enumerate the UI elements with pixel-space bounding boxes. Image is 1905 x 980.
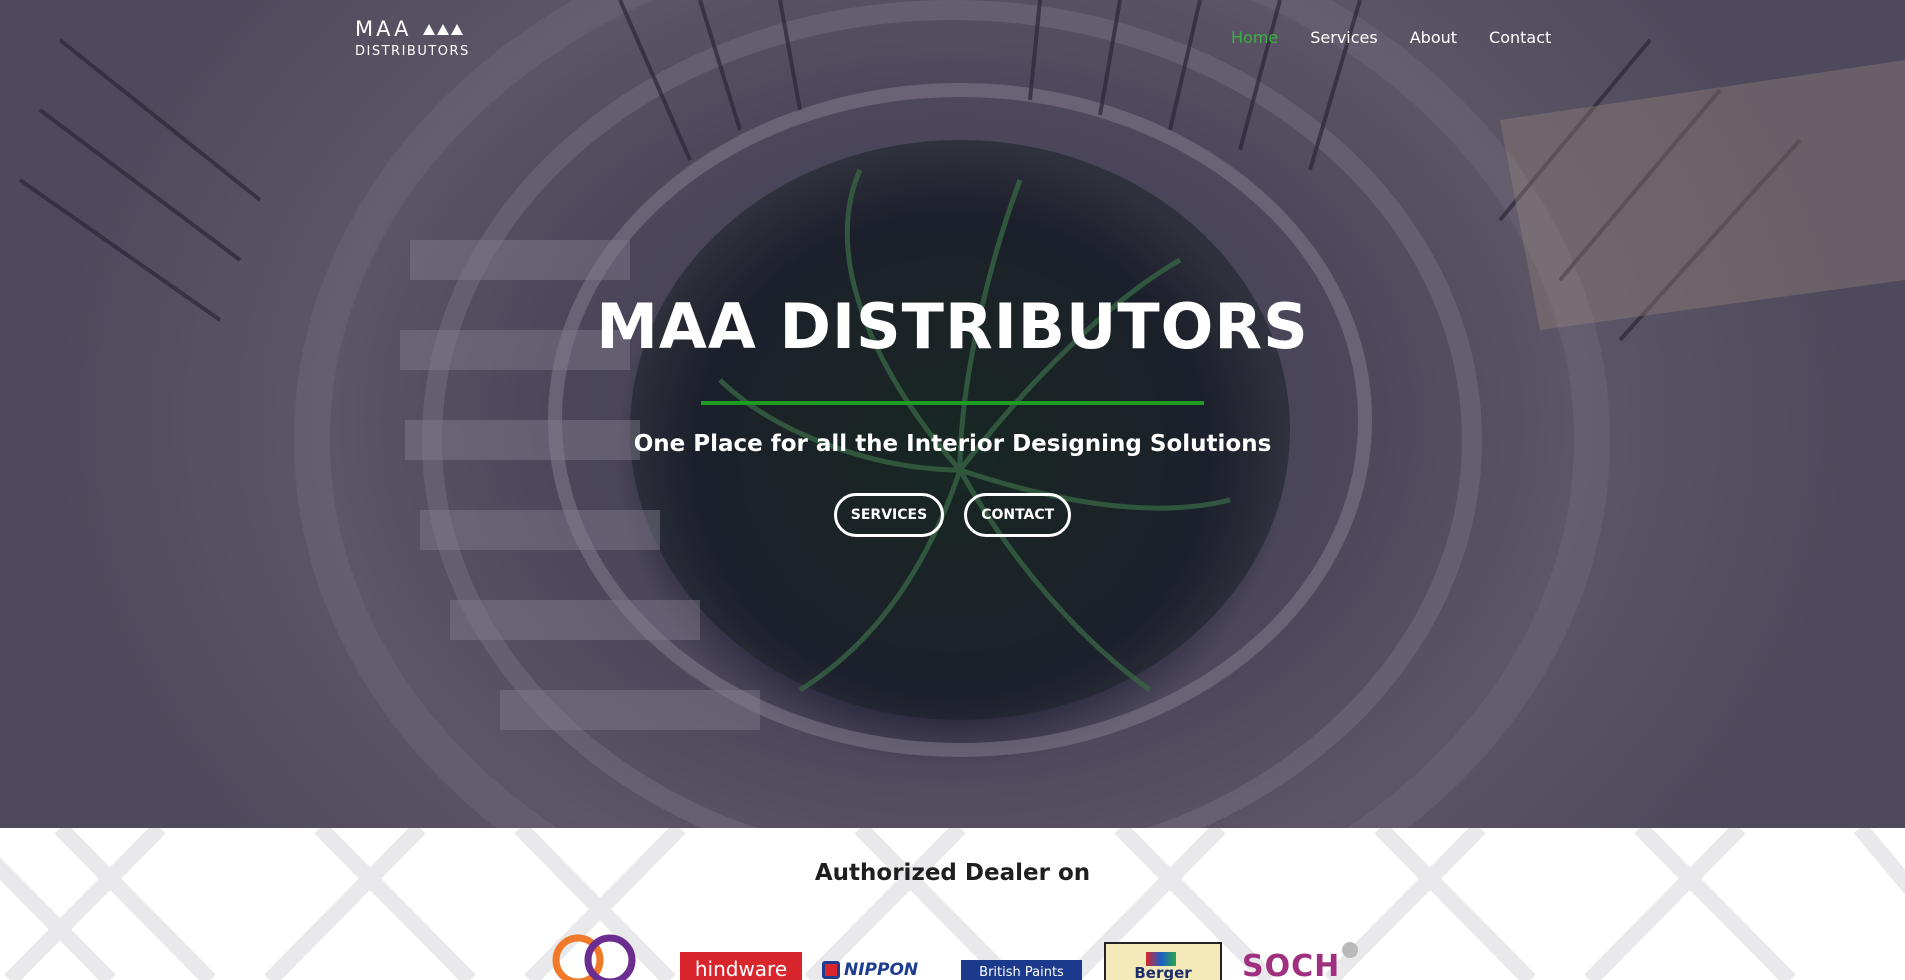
site-logo[interactable]: MAA DISTRIBUTORS — [355, 18, 470, 59]
brand-ap-logo — [552, 934, 636, 980]
nav-item-contact[interactable]: Contact — [1489, 28, 1551, 47]
main-navigation: Home Services About Contact — [1231, 28, 1583, 47]
brand-british-paints-logo: British Paints — [961, 960, 1082, 980]
hero-section: MAA DISTRIBUTORS Home Services About Con… — [0, 0, 1905, 828]
hero-title: MAA DISTRIBUTORS — [596, 290, 1309, 363]
hero-button-group: SERVICES CONTACT — [0, 493, 1905, 537]
nav-item-services[interactable]: Services — [1310, 28, 1377, 47]
nippon-emblem-icon — [822, 961, 840, 979]
logo-triangles-icon — [423, 23, 464, 35]
hero-title-underline — [701, 401, 1204, 405]
soch-dot-icon — [1342, 942, 1358, 958]
hero-subtitle: One Place for all the Interior Designing… — [633, 431, 1272, 457]
dealers-title: Authorized Dealer on — [814, 860, 1091, 886]
hero-dark-overlay — [0, 0, 1905, 828]
services-button[interactable]: SERVICES — [833, 493, 945, 537]
logo-text-line1: MAA — [355, 17, 412, 41]
brand-berger-logo: Berger — [1104, 942, 1222, 980]
dealers-background-pattern — [0, 828, 1905, 980]
logo-text-line2: DISTRIBUTORS — [355, 44, 470, 59]
nav-item-home[interactable]: Home — [1231, 28, 1278, 47]
brand-hindware-logo: hindware — [680, 952, 802, 980]
authorized-dealers-section: Authorized Dealer on hindware NIPPON Bri… — [0, 828, 1905, 980]
contact-button[interactable]: CONTACT — [964, 493, 1072, 537]
nav-item-about[interactable]: About — [1410, 28, 1457, 47]
brand-soch-logo: SOCH — [1242, 940, 1362, 980]
brand-nippon-logo: NIPPON — [822, 958, 942, 980]
